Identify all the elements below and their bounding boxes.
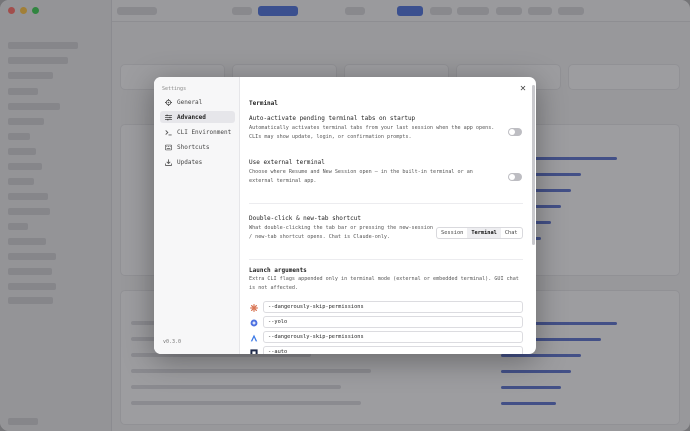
nav-item-general[interactable]: General bbox=[160, 96, 235, 108]
nav-item-updates[interactable]: Updates bbox=[160, 156, 235, 168]
tab-mode-segmented-control: Session Terminal Chat bbox=[436, 227, 523, 239]
claude-icon bbox=[249, 303, 258, 312]
launch-arg-row-gemini bbox=[249, 316, 523, 328]
option-title-double-click: Double-click & new-tab shortcut bbox=[249, 215, 361, 222]
launch-arg-input-cursor[interactable] bbox=[263, 346, 523, 354]
settings-title: Settings bbox=[162, 86, 187, 92]
app-version: v0.3.0 bbox=[163, 339, 182, 345]
segment-session[interactable]: Session bbox=[437, 228, 467, 238]
option-desc-auto-activate: Automatically activates terminal tabs fr… bbox=[249, 125, 495, 140]
option-desc-external-terminal: Choose where Resume and New Session open… bbox=[249, 169, 473, 184]
launch-arg-row-claude bbox=[249, 301, 523, 313]
grid-icon bbox=[164, 144, 173, 151]
option-title-external-terminal: Use external terminal bbox=[249, 159, 325, 166]
divider bbox=[249, 203, 523, 204]
content-scrollbar[interactable] bbox=[532, 85, 535, 245]
launch-arg-row-codex bbox=[249, 331, 523, 343]
segment-terminal[interactable]: Terminal bbox=[467, 228, 501, 238]
option-desc-double-click: What double-clicking the tab bar or pres… bbox=[249, 225, 434, 240]
settings-dialog: Settings General Advanced CLI Environmen… bbox=[154, 77, 536, 354]
nav-item-label: Shortcuts bbox=[177, 143, 210, 151]
close-icon[interactable]: ✕ bbox=[518, 84, 528, 94]
nav-item-shortcuts[interactable]: Shortcuts bbox=[160, 141, 235, 153]
settings-sidebar: Settings General Advanced CLI Environmen… bbox=[154, 77, 240, 354]
sliders-icon bbox=[164, 114, 173, 121]
section-title-launch-arguments: Launch arguments bbox=[249, 267, 307, 274]
settings-content: ✕ Terminal Auto-activate pending termina… bbox=[240, 77, 536, 354]
launch-arguments-desc: Extra CLI flags appended only in termina… bbox=[249, 276, 519, 291]
gear-icon bbox=[164, 98, 173, 106]
launch-arg-input-codex[interactable] bbox=[263, 331, 523, 343]
nav-item-label: General bbox=[177, 98, 203, 106]
download-icon bbox=[164, 158, 173, 166]
nav-item-label: Advanced bbox=[177, 113, 206, 121]
launch-arg-input-gemini[interactable] bbox=[263, 316, 523, 328]
external-terminal-toggle[interactable] bbox=[508, 173, 522, 181]
terminal-icon bbox=[164, 129, 173, 136]
nav-item-label: CLI Environment bbox=[177, 128, 232, 136]
divider bbox=[249, 259, 523, 260]
codex-icon bbox=[249, 333, 258, 342]
launch-arg-input-claude[interactable] bbox=[263, 301, 523, 313]
gemini-icon bbox=[249, 318, 258, 327]
option-title-auto-activate: Auto-activate pending terminal tabs on s… bbox=[249, 115, 416, 122]
launch-arg-row-cursor bbox=[249, 346, 523, 354]
nav-item-advanced[interactable]: Advanced bbox=[160, 111, 235, 123]
cursor-icon bbox=[249, 348, 258, 354]
nav-item-cli-environment[interactable]: CLI Environment bbox=[160, 126, 235, 138]
segment-chat[interactable]: Chat bbox=[501, 228, 522, 238]
nav-item-label: Updates bbox=[177, 158, 203, 166]
auto-activate-toggle[interactable] bbox=[508, 128, 522, 136]
section-title-terminal: Terminal bbox=[249, 100, 278, 107]
